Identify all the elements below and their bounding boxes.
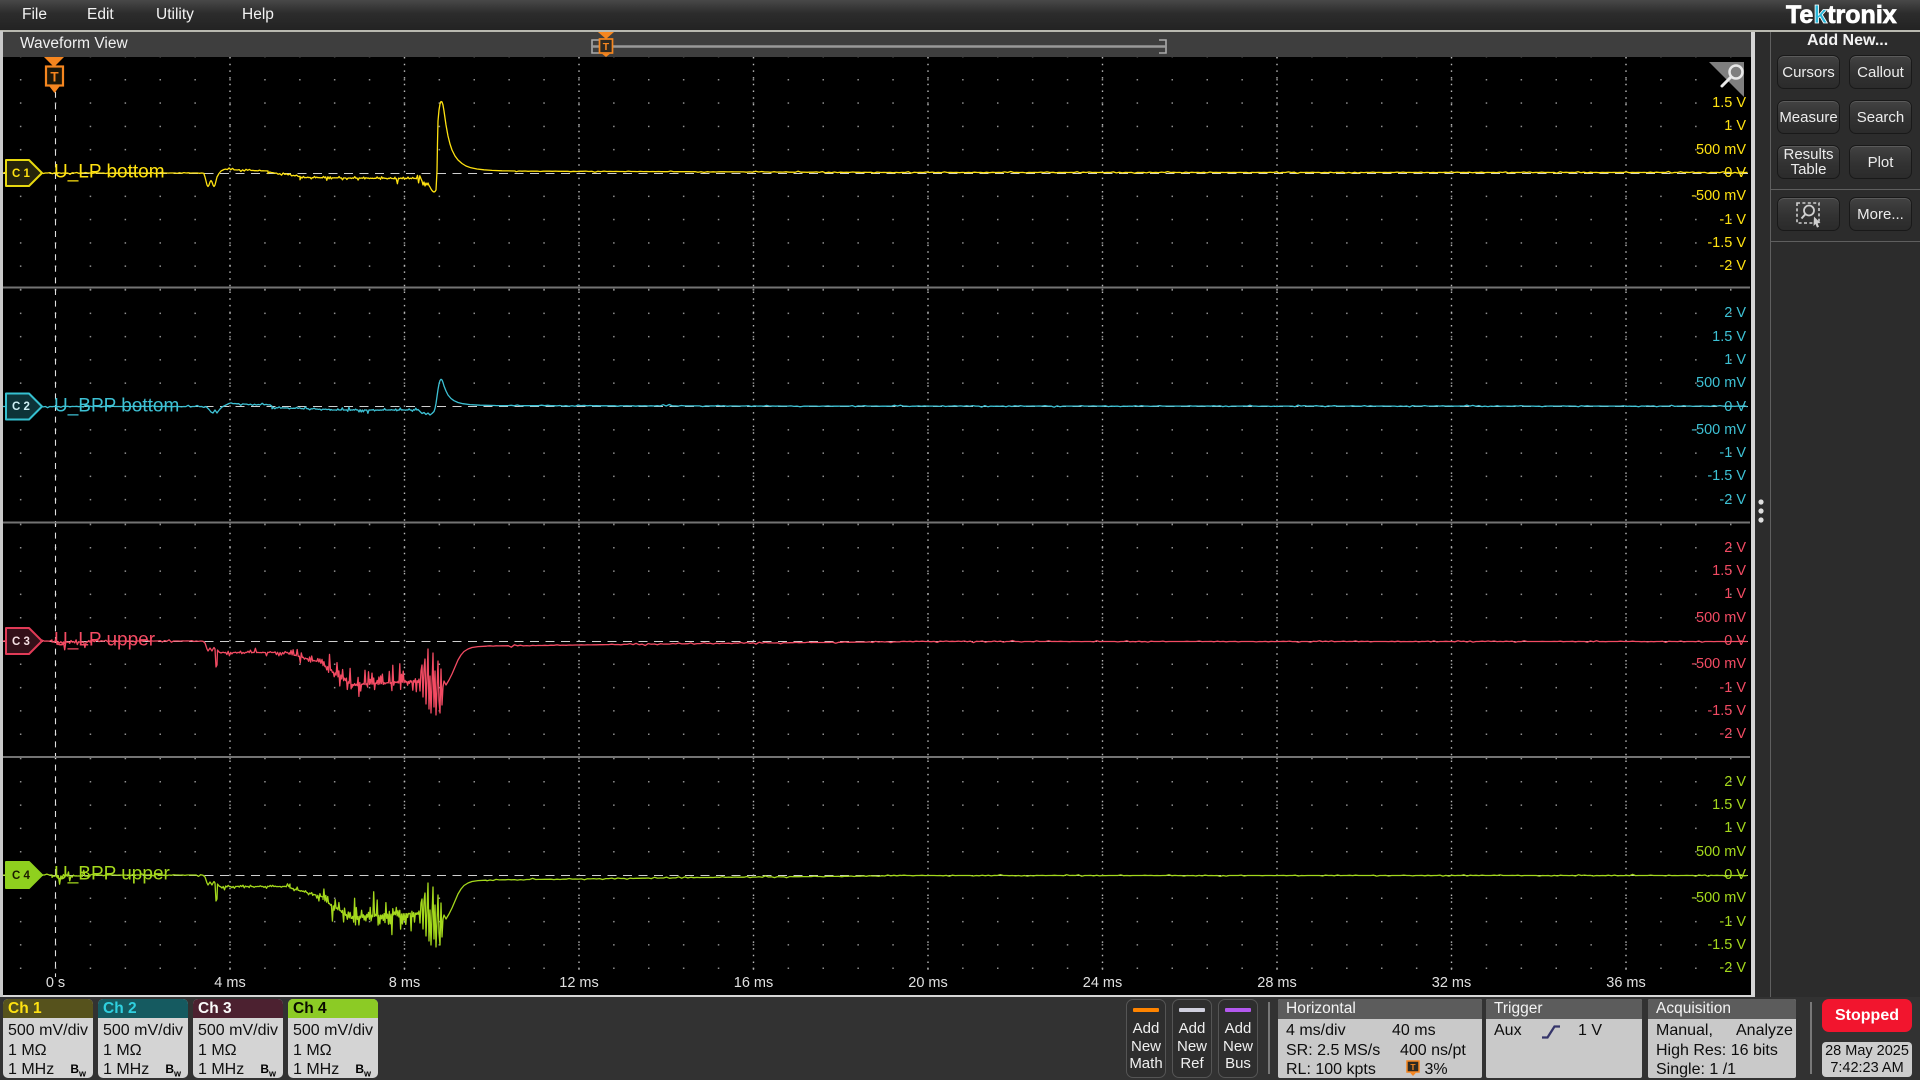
svg-text:C 4: C 4	[12, 870, 31, 882]
svg-text:T: T	[1410, 1062, 1416, 1072]
svg-text:C 2: C 2	[12, 401, 30, 413]
svg-text:C 3: C 3	[12, 636, 30, 648]
svg-text:C 1: C 1	[12, 168, 31, 180]
svg-text:T: T	[50, 70, 59, 85]
svg-text:T: T	[603, 41, 610, 53]
